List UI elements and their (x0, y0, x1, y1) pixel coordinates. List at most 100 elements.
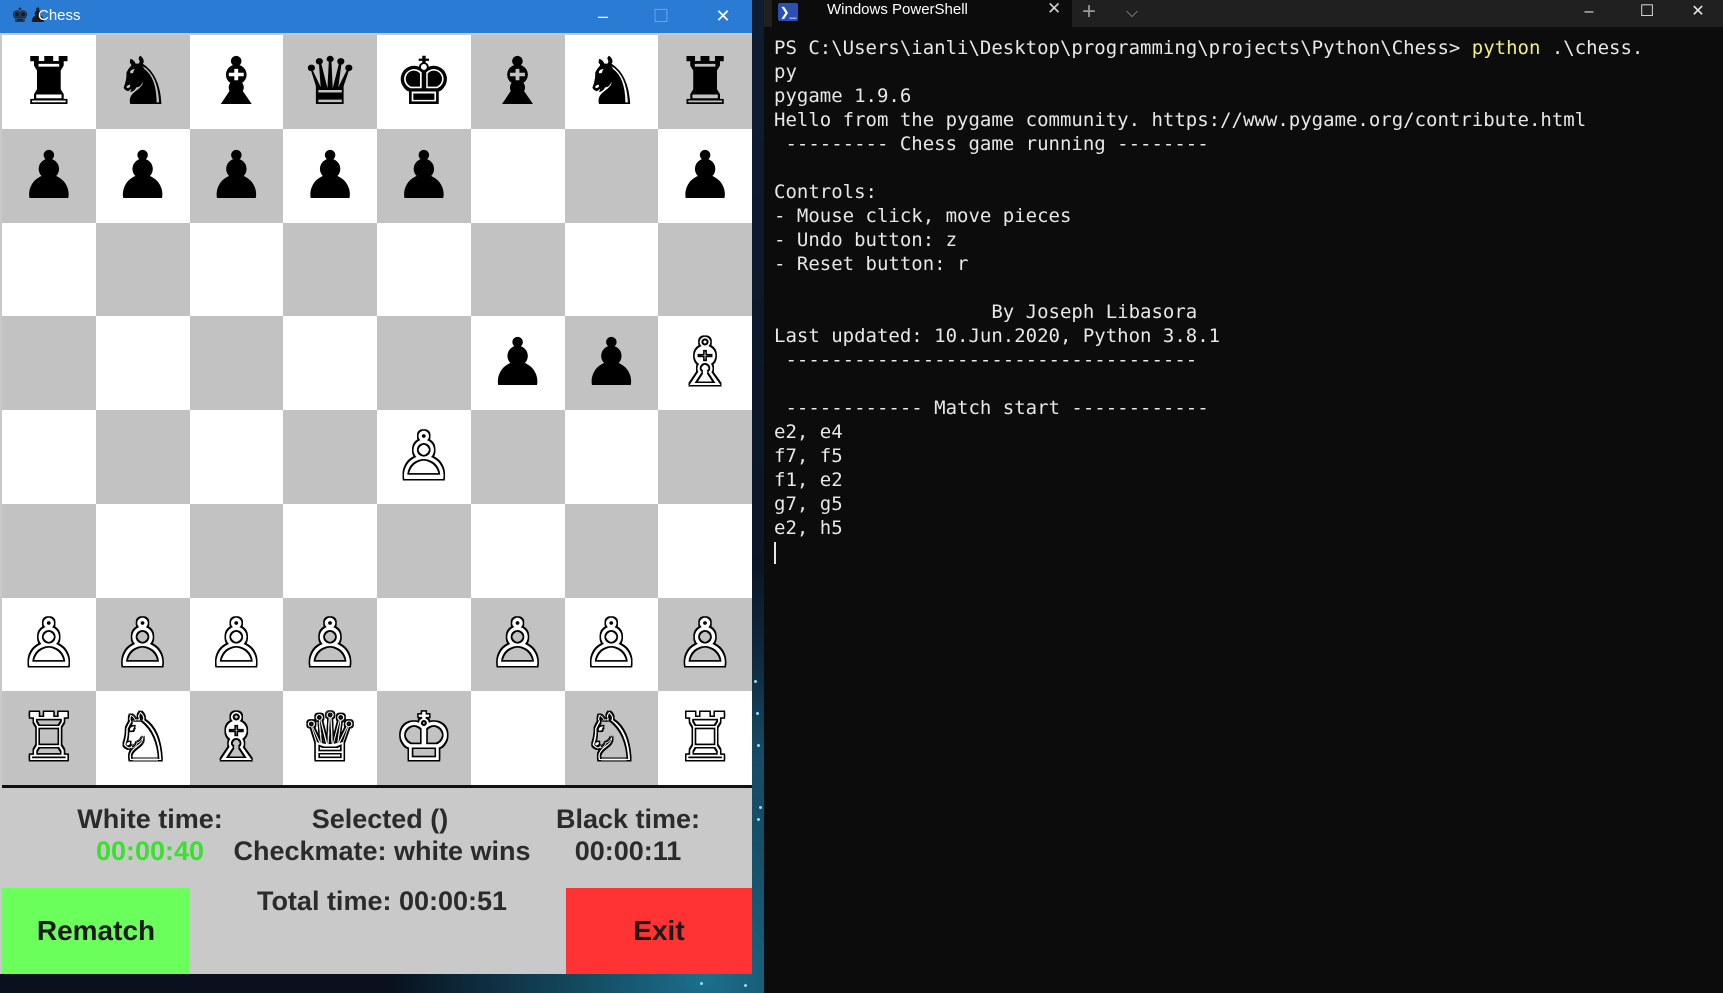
square-a3[interactable] (2, 503, 96, 598)
chess-piece[interactable]: ♙ (301, 611, 360, 677)
chess-piece[interactable]: ♝ (488, 48, 547, 115)
square-e5[interactable] (377, 316, 471, 410)
square-c6[interactable] (189, 222, 284, 317)
square-a2[interactable]: ♙ (2, 597, 96, 692)
chess-piece[interactable]: ♙ (488, 611, 547, 677)
square-c3[interactable] (189, 503, 284, 598)
chess-piece[interactable]: ♞ (582, 48, 641, 115)
chess-piece[interactable]: ♜ (19, 48, 78, 115)
chess-piece[interactable]: ♝ (207, 48, 266, 115)
chess-piece[interactable]: ♙ (582, 611, 641, 677)
square-h7[interactable]: ♟ (658, 128, 752, 223)
square-g4[interactable] (564, 410, 659, 504)
square-f5[interactable]: ♟ (470, 316, 565, 410)
chess-piece[interactable]: ♟ (19, 142, 78, 209)
square-f1[interactable] (470, 691, 565, 785)
square-a6[interactable] (2, 222, 96, 317)
chess-piece[interactable]: ♙ (676, 611, 735, 677)
new-tab-icon[interactable]: + (1082, 0, 1096, 26)
chess-piece[interactable]: ♔ (394, 705, 453, 771)
square-e6[interactable] (377, 222, 471, 317)
chess-piece[interactable]: ♟ (676, 142, 735, 209)
chess-piece[interactable]: ♙ (113, 611, 172, 677)
square-d8[interactable]: ♛ (283, 35, 377, 129)
square-d3[interactable] (283, 503, 377, 598)
square-c1[interactable]: ♗ (189, 691, 284, 785)
square-f7[interactable] (470, 128, 565, 223)
square-e2[interactable] (377, 597, 471, 692)
chess-piece[interactable]: ♛ (301, 48, 360, 115)
close-icon[interactable]: ✕ (1673, 0, 1723, 27)
square-d4[interactable] (283, 410, 377, 504)
square-d1[interactable]: ♕ (283, 691, 377, 785)
minimize-icon[interactable]: – (1564, 0, 1614, 27)
square-f3[interactable] (470, 503, 565, 598)
square-f8[interactable]: ♝ (470, 35, 565, 129)
square-b3[interactable] (95, 503, 190, 598)
square-g1[interactable]: ♘ (564, 691, 659, 785)
square-g2[interactable]: ♙ (564, 597, 659, 692)
square-h4[interactable] (658, 410, 752, 504)
square-b5[interactable] (95, 316, 190, 410)
square-b6[interactable] (95, 222, 190, 317)
square-d6[interactable] (283, 222, 377, 317)
maximize-icon[interactable]: ☐ (632, 0, 690, 33)
chess-piece[interactable]: ♟ (301, 142, 360, 209)
square-e3[interactable] (377, 503, 471, 598)
chess-piece[interactable]: ♘ (113, 705, 172, 771)
chess-piece[interactable]: ♚ (394, 48, 453, 115)
square-f2[interactable]: ♙ (470, 597, 565, 692)
chess-piece[interactable]: ♟ (394, 142, 453, 209)
square-a1[interactable]: ♖ (2, 691, 96, 785)
square-g3[interactable] (564, 503, 659, 598)
terminal-output[interactable]: PS C:\Users\ianli\Desktop\programming\pr… (774, 36, 1714, 976)
chess-piece[interactable]: ♟ (582, 330, 641, 396)
square-b8[interactable]: ♞ (95, 35, 190, 129)
square-g8[interactable]: ♞ (564, 35, 659, 129)
chess-piece[interactable]: ♘ (582, 705, 641, 771)
square-d7[interactable]: ♟ (283, 128, 377, 223)
square-f6[interactable] (470, 222, 565, 317)
square-c2[interactable]: ♙ (189, 597, 284, 692)
chess-piece[interactable]: ♞ (113, 48, 172, 115)
square-h1[interactable]: ♖ (658, 691, 752, 785)
square-h6[interactable] (658, 222, 752, 317)
minimize-icon[interactable]: – (574, 0, 632, 33)
chess-piece[interactable]: ♖ (19, 705, 78, 771)
square-c8[interactable]: ♝ (189, 35, 284, 129)
square-g6[interactable] (564, 222, 659, 317)
chess-piece[interactable]: ♙ (207, 611, 266, 677)
chess-piece[interactable]: ♕ (301, 705, 360, 771)
chess-piece[interactable]: ♗ (676, 330, 735, 396)
square-h8[interactable]: ♜ (658, 35, 752, 129)
square-f4[interactable] (470, 410, 565, 504)
square-h5[interactable]: ♗ (658, 316, 752, 410)
close-icon[interactable]: ✕ (694, 0, 752, 33)
chess-titlebar[interactable]: ♚♟ Chess – ☐ ✕ (0, 0, 752, 33)
square-b1[interactable]: ♘ (95, 691, 190, 785)
square-g7[interactable] (564, 128, 659, 223)
square-a5[interactable] (2, 316, 96, 410)
square-b4[interactable] (95, 410, 190, 504)
square-e1[interactable]: ♔ (377, 691, 471, 785)
chess-piece[interactable]: ♟ (488, 330, 547, 396)
close-tab-icon[interactable]: ✕ (1047, 0, 1061, 17)
chess-piece[interactable]: ♟ (113, 142, 172, 209)
square-e7[interactable]: ♟ (377, 128, 471, 223)
tab-powershell[interactable]: ❯_ Windows PowerShell ✕ (772, 0, 1072, 27)
square-a7[interactable]: ♟ (2, 128, 96, 223)
square-b2[interactable]: ♙ (95, 597, 190, 692)
maximize-icon[interactable]: ☐ (1622, 0, 1672, 27)
chess-piece[interactable]: ♙ (394, 423, 453, 490)
square-a4[interactable] (2, 410, 96, 504)
square-g5[interactable]: ♟ (564, 316, 659, 410)
chevron-down-icon[interactable]: ⌵ (1126, 0, 1138, 26)
square-h2[interactable]: ♙ (658, 597, 752, 692)
square-h3[interactable] (658, 503, 752, 598)
square-c5[interactable] (189, 316, 284, 410)
chess-piece[interactable]: ♙ (19, 611, 78, 677)
square-a8[interactable]: ♜ (2, 35, 96, 129)
exit-button[interactable]: Exit (566, 888, 752, 974)
square-d2[interactable]: ♙ (283, 597, 377, 692)
rematch-button[interactable]: Rematch (2, 888, 190, 974)
